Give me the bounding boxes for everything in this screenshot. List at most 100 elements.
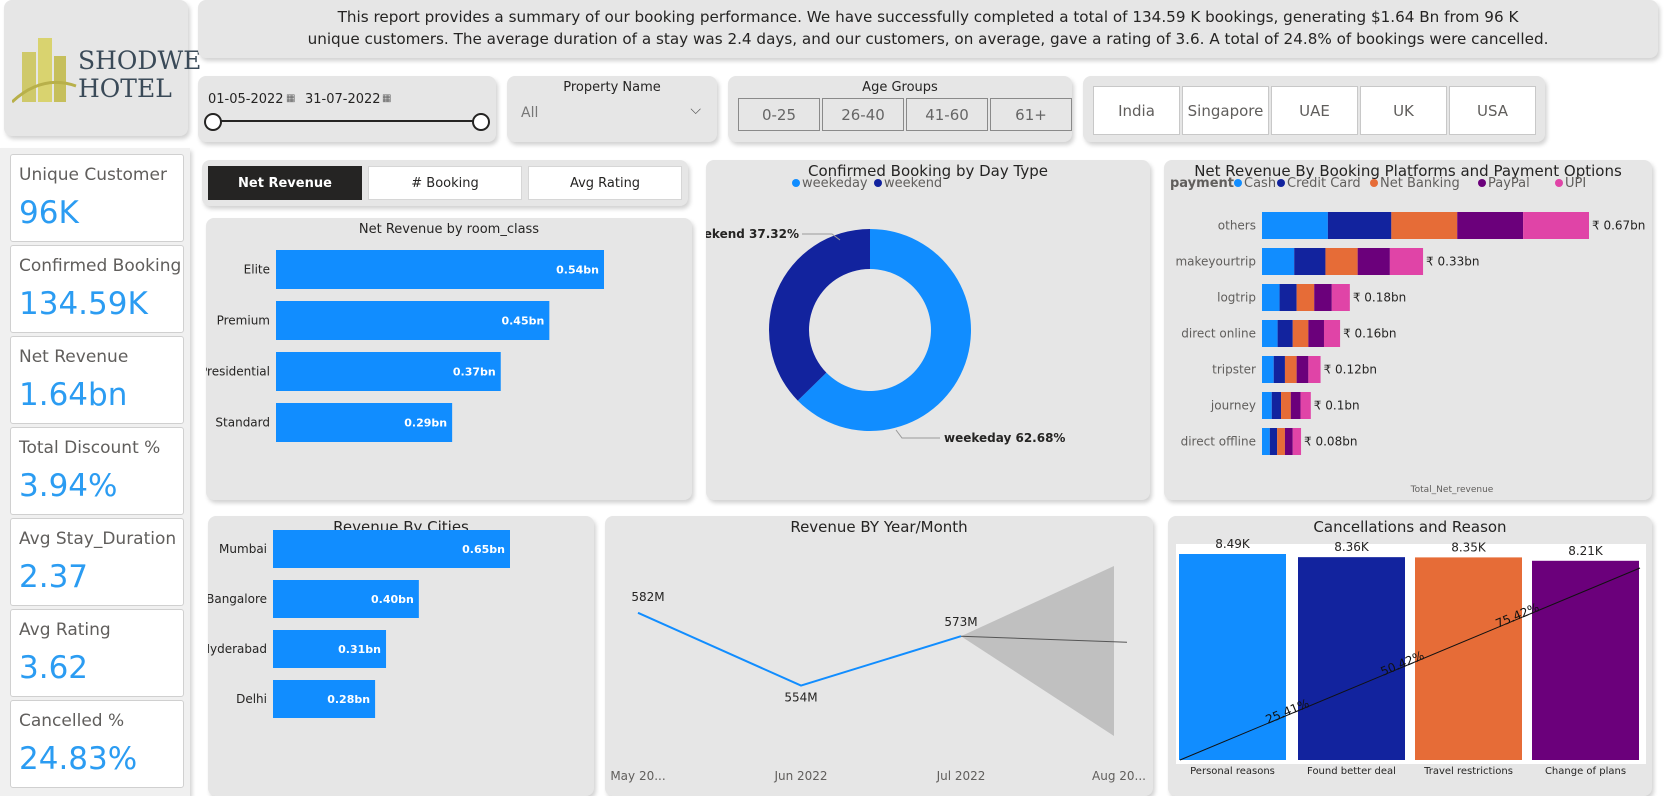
legend-item: Cash — [1244, 176, 1276, 191]
bar-segment — [1271, 392, 1282, 419]
legend-marker — [1555, 179, 1563, 187]
day-type-chart: weekeday weekend weekeday 62.68% weekend 37… — [706, 176, 1065, 445]
property-label: Property Name — [563, 80, 661, 95]
category-label: Delhi — [236, 692, 267, 706]
data-label: 0.29bn — [404, 417, 447, 430]
kpi-label: Net Revenue — [19, 347, 129, 367]
data-label: 8.21K — [1568, 544, 1604, 558]
summary-card: This report provides a summary of our bo… — [198, 0, 1658, 58]
category-label: others — [1218, 219, 1256, 233]
category-label: logtrip — [1217, 291, 1256, 305]
kpi-cancelled: Cancelled % 24.83% — [10, 700, 184, 788]
bar-segment — [1262, 356, 1274, 383]
kpi-value: 96K — [19, 195, 79, 231]
kpi-label: Unique Customer — [19, 165, 167, 185]
kpi-value: 134.59K — [19, 286, 148, 322]
kpi-value: 1.64bn — [19, 377, 128, 413]
kpi-label: Cancelled % — [19, 711, 125, 731]
data-label: 573M — [944, 615, 977, 629]
x-tick-label: Jun 2022 — [773, 769, 827, 783]
date-end[interactable]: 31-07-2022 — [305, 92, 381, 107]
calendar-icon[interactable]: ▦ — [382, 93, 391, 104]
cancellations-chart-card: Cancellations and Reason 8.49K Personal r… — [1168, 516, 1652, 796]
cities-chart-card: Revenue By Cities Mumbai 0.65bn Bangalore 0… — [208, 516, 594, 796]
property-value: All — [521, 105, 539, 121]
logo-card: SHODWE HOTEL — [4, 0, 201, 136]
bar-segment — [1308, 356, 1321, 383]
net-revenue-button[interactable]: Net Revenue — [208, 166, 362, 200]
bar-segment — [1391, 212, 1458, 239]
kpi-value: 3.62 — [19, 650, 89, 686]
country-uae[interactable]: UAE — [1271, 86, 1358, 135]
bar — [1415, 557, 1522, 760]
category-label: tripster — [1212, 363, 1256, 377]
category-label: direct offline — [1181, 435, 1256, 449]
bar-segment — [1273, 356, 1285, 383]
cities-chart: Mumbai 0.65bn Bangalore 0.40bn Hyderabad 0.31… — [208, 530, 510, 718]
age-group-41-60[interactable]: 41-60 — [906, 98, 988, 131]
category-label: Bangalore — [208, 592, 267, 606]
legend-item: Credit Card — [1287, 176, 1361, 191]
age-group-0-25[interactable]: 0-25 — [738, 98, 820, 131]
year-month-chart-card: Revenue BY Year/Month 582M 554M 573M May 20… — [605, 516, 1153, 796]
calendar-icon[interactable]: ▦ — [286, 93, 295, 104]
category-label: makeyourtrip — [1175, 255, 1256, 269]
total-label: ₹ 0.16bn — [1343, 327, 1396, 341]
total-label: ₹ 0.12bn — [1324, 363, 1377, 377]
date-end-handle[interactable] — [472, 113, 490, 131]
legend-title: payment — [1170, 176, 1234, 191]
x-axis-title: Total_Net_revenue — [1410, 485, 1494, 495]
age-group-26-40[interactable]: 26-40 — [822, 98, 904, 131]
kpi-label: Confirmed Booking — [19, 256, 182, 276]
legend-marker — [1478, 179, 1486, 187]
leader-line — [895, 429, 940, 439]
category-label: Hyderabad — [208, 642, 267, 656]
legend-item: weekeday — [802, 176, 868, 191]
year-month-chart: 582M 554M 573M May 20... Jun 2022 Jul 2022 Aug… — [610, 566, 1146, 783]
bar-segment — [1277, 428, 1285, 455]
kpi-confirmed-booking: Confirmed Booking 134.59K — [10, 245, 184, 333]
x-tick-label: May 20... — [610, 769, 665, 783]
cancellations-chart: 8.49K Personal reasons 8.36K Found better d… — [1176, 537, 1646, 777]
date-start-handle[interactable] — [204, 113, 222, 131]
data-label: 8.49K — [1215, 537, 1251, 551]
property-dropdown[interactable]: All ⌵ — [515, 100, 707, 128]
bar-segment — [1281, 392, 1291, 419]
slice-label: weekend 37.32% — [706, 227, 799, 241]
bar-segment — [1323, 320, 1341, 347]
category-label: journey — [1210, 399, 1256, 413]
summary-line1: This report provides a summary of our bo… — [337, 8, 1519, 26]
bar-segment — [1269, 428, 1278, 455]
date-slicer[interactable]: 01-05-2022 ▦ 31-07-2022 ▦ — [198, 76, 496, 142]
legend-marker — [1234, 179, 1242, 187]
slice — [769, 229, 870, 401]
chevron-down-icon[interactable]: ⌵ — [690, 102, 701, 118]
legend-item: weekend — [884, 176, 942, 191]
legend-marker — [792, 179, 800, 187]
booking-button[interactable]: # Booking — [368, 166, 522, 200]
kpi-label: Total Discount % — [19, 438, 161, 458]
bar-segment — [1523, 212, 1589, 239]
category-label: Premium — [217, 314, 270, 328]
country-uk[interactable]: UK — [1360, 86, 1447, 135]
avg-rating-button[interactable]: Avg Rating — [528, 166, 682, 200]
bar-segment — [1284, 428, 1293, 455]
kpi-avg-stay-duration: Avg Stay_Duration 2.37 — [10, 518, 184, 606]
room-class-chart: Elite 0.54bn Premium 0.45bn Presidential 0.37… — [206, 250, 604, 442]
bar-segment — [1314, 284, 1332, 311]
x-tick-label: Aug 20... — [1092, 769, 1146, 783]
bar-segment — [1262, 320, 1278, 347]
category-label: Personal reasons — [1190, 766, 1275, 777]
bar-segment — [1262, 248, 1295, 275]
data-label: 554M — [784, 691, 817, 705]
country-india[interactable]: India — [1093, 86, 1180, 135]
bar-segment — [1300, 392, 1311, 419]
date-start[interactable]: 01-05-2022 — [208, 92, 284, 107]
data-label: 0.65bn — [462, 543, 505, 556]
bar — [276, 250, 604, 289]
age-group-61-plus[interactable]: 61+ — [990, 98, 1072, 131]
country-usa[interactable]: USA — [1449, 86, 1536, 135]
country-singapore[interactable]: Singapore — [1182, 86, 1269, 135]
summary-line2: unique customers. The average duration o… — [307, 30, 1549, 48]
data-label: 582M — [631, 590, 664, 604]
